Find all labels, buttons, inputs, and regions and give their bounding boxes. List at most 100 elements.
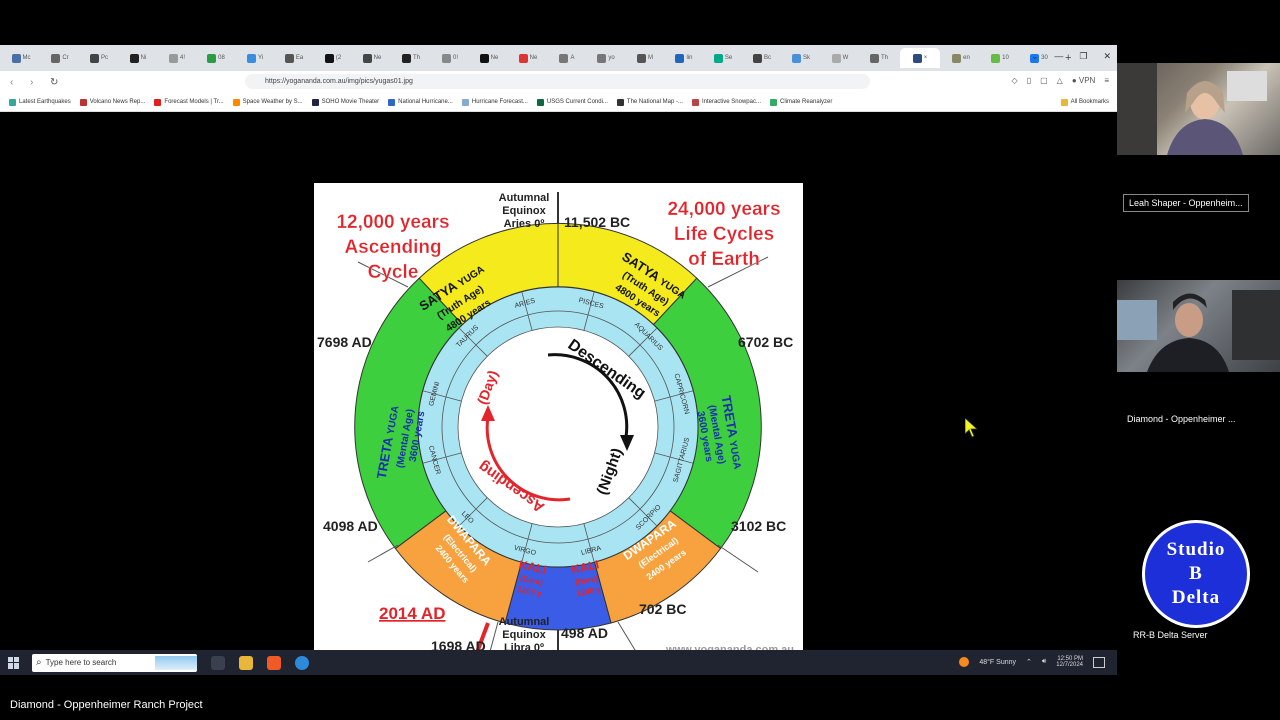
reload-button[interactable]: ↻ (50, 77, 60, 88)
bookmark-favicon-icon (769, 98, 777, 106)
browser-tab[interactable]: Th (861, 48, 897, 68)
tab-label: W (842, 55, 849, 61)
weather-text[interactable]: 48°F Sunny (979, 659, 1016, 666)
browser-tab[interactable]: Yi (237, 48, 273, 68)
volume-icon[interactable]: 🔊︎ (1042, 658, 1046, 666)
tab-favicon-icon (991, 53, 1001, 63)
tab-label: Ne (529, 55, 538, 61)
sidebar-icon[interactable]: ▯ (1027, 76, 1031, 85)
bookmark-item[interactable]: Climate Reanalyzer (769, 98, 832, 106)
browser-tab[interactable]: (2 (315, 48, 351, 68)
browser-tab[interactable]: Sk (783, 48, 819, 68)
browser-tab[interactable]: en (943, 48, 979, 68)
browser-tab[interactable]: M (627, 48, 663, 68)
date-top: 11,502 BC (564, 214, 630, 230)
extensions-icon[interactable]: ◇ (1012, 76, 1018, 85)
all-bookmarks-label: All Bookmarks (1070, 99, 1109, 105)
windows-taskbar: ⌕ Type here to search 48°F Sunny ⌃ 🔊︎ 12… (0, 650, 1117, 675)
browser-tab[interactable]: Bc (744, 48, 780, 68)
date-upper-right: 6702 BC (738, 334, 793, 350)
browser-tab[interactable]: yo (588, 48, 624, 68)
browser-tab[interactable]: A (549, 48, 585, 68)
bookmark-item[interactable]: Volcano News Rep... (79, 98, 145, 106)
tab-favicon-icon (912, 53, 922, 63)
edge-icon[interactable] (295, 655, 309, 670)
bookmark-label: Interactive Snowpac... (701, 99, 761, 105)
browser-tab[interactable]: Cr (42, 48, 78, 68)
bookmark-item[interactable]: Space Weather by S... (232, 98, 303, 106)
tab-label: M (648, 55, 653, 61)
bookmark-item[interactable]: SOHO Movie Theater (311, 98, 379, 106)
back-button[interactable]: ‹ (10, 77, 20, 88)
tray-chevron-icon[interactable]: ⌃ (1026, 658, 1032, 666)
task-view-icon[interactable] (211, 655, 225, 670)
clock[interactable]: 12:50 PM 12/7/2024 (1056, 656, 1083, 668)
bookmark-favicon-icon (616, 98, 624, 106)
tab-label: 08 (218, 55, 225, 61)
rewards-icon[interactable]: △ (1057, 76, 1063, 85)
menu-icon[interactable]: ≡ (1104, 76, 1109, 85)
tab-favicon-icon (869, 53, 879, 63)
browser-tab[interactable]: 10 (982, 48, 1018, 68)
bookmark-item[interactable]: Hurricane Forecast... (461, 98, 528, 106)
file-explorer-icon[interactable] (239, 655, 253, 670)
browser-tab[interactable]: W (822, 48, 858, 68)
bookmark-label: National Hurricane... (398, 99, 453, 105)
bookmark-item[interactable]: Latest Earthquakes (9, 98, 71, 106)
tab-favicon-icon (441, 53, 451, 63)
weather-icon (959, 657, 970, 667)
highlight-2014: 2014 AD (379, 604, 445, 623)
bookmark-label: USGS Current Condi... (546, 99, 608, 105)
bookmark-favicon-icon (388, 98, 396, 106)
browser-tab[interactable]: Se (705, 48, 741, 68)
maximize-button[interactable]: ❐ (1079, 51, 1087, 62)
tab-favicon-icon (637, 53, 646, 63)
tab-label: Mc (22, 55, 31, 61)
bookmark-item[interactable]: USGS Current Condi... (536, 98, 608, 106)
bookmark-favicon-icon (311, 98, 319, 106)
browser-tab[interactable]: 4! (159, 48, 195, 68)
tab-search-button[interactable]: ⌄ (1031, 51, 1039, 62)
windows-start-icon[interactable] (8, 656, 20, 669)
tab-label: 0! (452, 55, 458, 61)
tab-label: Pc (100, 55, 108, 61)
bookmark-item[interactable]: Interactive Snowpac... (691, 98, 761, 106)
bookmark-item[interactable]: Forecast Models | Tr... (154, 98, 224, 106)
browser-tab[interactable]: lin (666, 48, 702, 68)
bookmark-favicon-icon (9, 98, 16, 106)
browser-tab[interactable]: Ni (120, 48, 156, 68)
tab-label: yo (608, 55, 615, 61)
participant-1-name: Leah Shaper - Oppenheim... (1123, 194, 1249, 212)
wallet-icon[interactable]: ▢ (1040, 76, 1048, 85)
notification-icon[interactable] (1093, 656, 1105, 668)
browser-tab[interactable]: Pc (81, 48, 117, 68)
browser-tab[interactable]: 0! (432, 48, 468, 68)
forward-button[interactable]: › (30, 77, 40, 88)
taskbar-search[interactable]: ⌕ Type here to search (32, 653, 197, 672)
browser-tab[interactable]: Ea (276, 48, 312, 68)
bookmark-label: Forecast Models | Tr... (164, 99, 224, 105)
date-bottom-right: 702 BC (639, 601, 686, 617)
all-bookmarks-button[interactable]: All Bookmarks (1060, 98, 1109, 106)
browser-tab[interactable]: Ne (510, 48, 546, 68)
close-window-button[interactable]: ✕ (1103, 51, 1111, 62)
vpn-icon[interactable]: ● VPN (1072, 76, 1096, 85)
date-upper-left: 7698 AD (317, 334, 372, 350)
browser-tab[interactable]: Ne (354, 48, 390, 68)
browser-tab[interactable]: × (900, 48, 940, 68)
top-equinox-2: Equinox (502, 205, 546, 217)
tab-favicon-icon (246, 53, 256, 63)
browser-tab[interactable]: Ne (471, 48, 507, 68)
minimize-button[interactable]: — (1054, 51, 1063, 62)
url-field[interactable]: https://yogananda.com.au/img/pics/yugas0… (245, 74, 870, 89)
browser-tab[interactable]: 08 (198, 48, 234, 68)
bookmark-item[interactable]: The National Map -... (616, 98, 683, 106)
browser-tab-strip: Mc Cr Pc Ni 4! 08 Yi Ea (2 Ne Th 0! Ne Ne Ayo Mlin Se Bc S… (0, 45, 1117, 71)
browser-tab[interactable]: Mc (3, 48, 39, 68)
brave-browser-icon[interactable] (267, 655, 281, 670)
participant-2-name: Diamond - Oppenheimer ... (1127, 414, 1236, 424)
browser-tab[interactable]: Th (393, 48, 429, 68)
logo-line-1: Studio (1166, 539, 1226, 560)
bookmark-item[interactable]: National Hurricane... (388, 98, 453, 106)
tab-favicon-icon (713, 53, 723, 63)
